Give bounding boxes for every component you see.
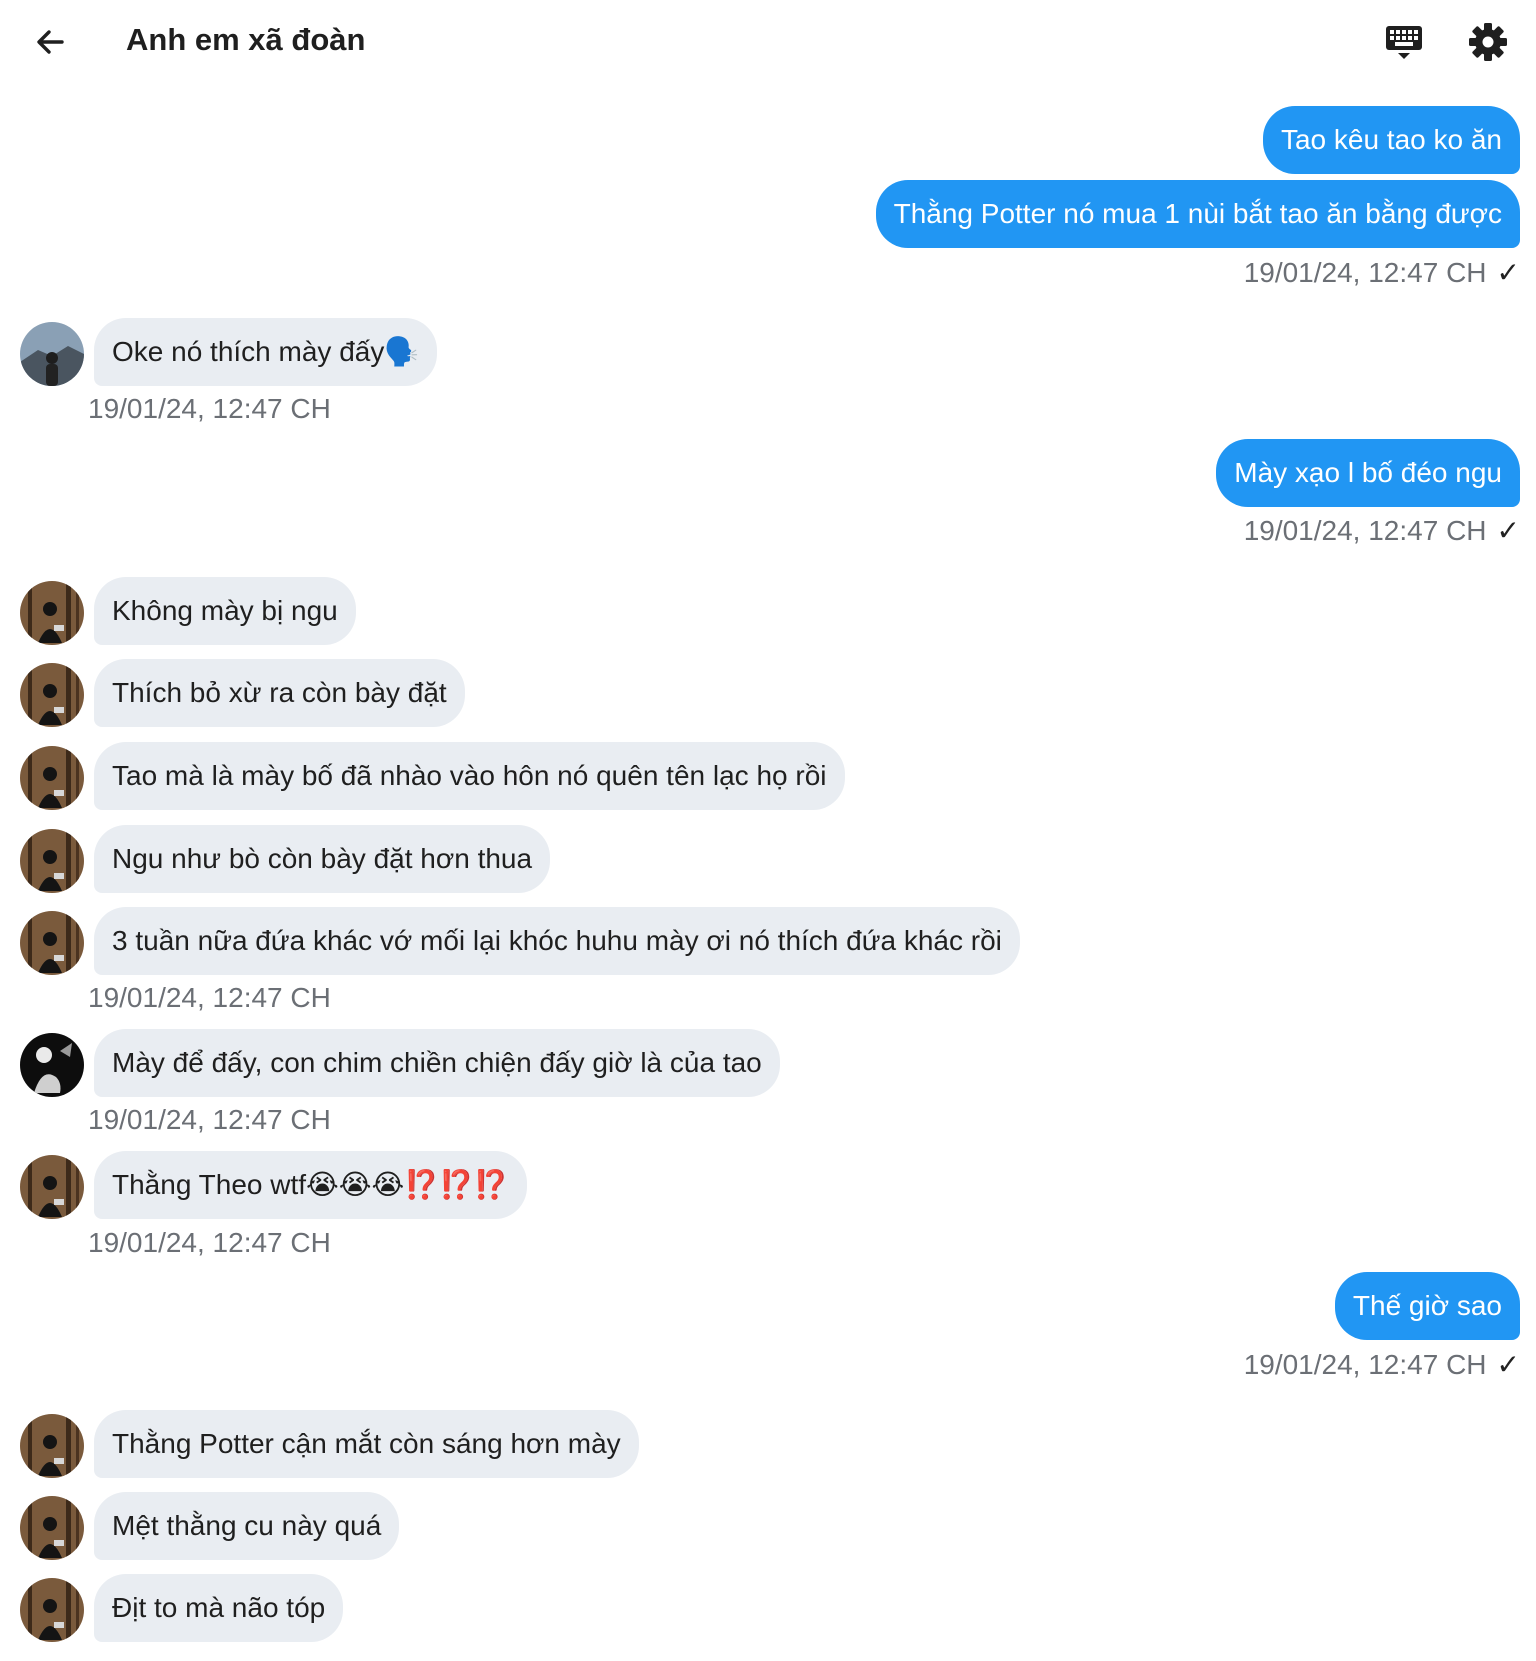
avatar[interactable] (20, 581, 84, 645)
avatar-forest-image (20, 1578, 84, 1642)
avatar-forest-image (20, 1155, 84, 1219)
back-button[interactable] (28, 20, 72, 64)
avatar-forest-image (20, 1414, 84, 1478)
message-bubble-incoming[interactable]: Thích bỏ xừ ra còn bày đặt (94, 659, 465, 727)
message-bubble-incoming[interactable]: Ngu như bò còn bày đặt hơn thua (94, 825, 551, 893)
sent-check-icon: ✓ (1496, 257, 1520, 288)
avatar[interactable] (20, 1155, 84, 1219)
page-title: Anh em xã đoàn (126, 22, 366, 57)
arrow-left-icon (37, 30, 64, 54)
message-bubble-incoming[interactable]: Không mày bị ngu (94, 577, 356, 645)
sent-check-icon: ✓ (1496, 1349, 1520, 1380)
avatar[interactable] (20, 663, 84, 727)
avatar[interactable] (20, 911, 84, 975)
message-timestamp: 19/01/24, 12:47 CH ✓ (1243, 1349, 1520, 1380)
avatar[interactable] (20, 1496, 84, 1560)
message-timestamp: 19/01/24, 12:47 CH (88, 982, 331, 1013)
message-timestamp: 19/01/24, 12:47 CH (88, 1227, 331, 1258)
sent-check-icon: ✓ (1496, 515, 1520, 546)
gear-icon (1469, 23, 1507, 61)
avatar[interactable] (20, 1578, 84, 1642)
avatar[interactable] (20, 829, 84, 893)
message-bubble-incoming[interactable]: Thằng Potter cận mắt còn sáng hơn mày (94, 1410, 639, 1478)
message-timestamp: 19/01/24, 12:47 CH ✓ (1243, 515, 1520, 546)
avatar-forest-image (20, 581, 84, 645)
avatar-forest-image (20, 911, 84, 975)
avatar-dark-image (20, 1033, 84, 1097)
avatar-forest-image (20, 746, 84, 810)
avatar[interactable] (20, 322, 84, 386)
message-bubble-incoming[interactable]: Tao mà là mày bố đã nhào vào hôn nó quên… (94, 742, 845, 810)
avatar-forest-image (20, 1496, 84, 1560)
avatar-mountain-image (20, 322, 84, 386)
keyboard-icon (1386, 26, 1422, 59)
avatar[interactable] (20, 1033, 84, 1097)
settings-button[interactable] (1466, 20, 1510, 64)
keyboard-button[interactable] (1382, 20, 1426, 64)
message-bubble-outgoing[interactable]: Tao kêu tao ko ăn (1262, 106, 1520, 174)
message-bubble-incoming[interactable]: Mày để đấy, con chim chiền chiện đấy giờ… (94, 1029, 780, 1097)
avatar-forest-image (20, 663, 84, 727)
avatar-forest-image (20, 829, 84, 893)
message-bubble-outgoing[interactable]: Thằng Potter nó mua 1 nùi bắt tao ăn bằn… (875, 180, 1520, 248)
message-timestamp: 19/01/24, 12:47 CH (88, 1104, 331, 1135)
message-bubble-incoming[interactable]: Oke nó thích mày đấy🗣️ (94, 318, 438, 386)
message-timestamp: 19/01/24, 12:47 CH (88, 393, 331, 424)
message-bubble-incoming[interactable]: Mệt thằng cu này quá (94, 1492, 400, 1560)
message-bubble-incoming[interactable]: Thằng Theo wtf😭😭😭⁉️⁉️⁉️ (94, 1151, 527, 1219)
message-bubble-incoming[interactable]: Địt to mà não tóp (94, 1574, 344, 1642)
message-bubble-outgoing[interactable]: Mày xạo l bố đéo ngu (1216, 439, 1520, 507)
app-header: Anh em xã đoàn (0, 0, 1536, 88)
message-bubble-outgoing[interactable]: Thế giờ sao (1334, 1272, 1520, 1340)
message-timestamp: 19/01/24, 12:47 CH ✓ (1243, 257, 1520, 288)
avatar[interactable] (20, 746, 84, 810)
avatar[interactable] (20, 1414, 84, 1478)
message-bubble-incoming[interactable]: 3 tuần nữa đứa khác vớ mối lại khóc huhu… (94, 907, 1020, 975)
